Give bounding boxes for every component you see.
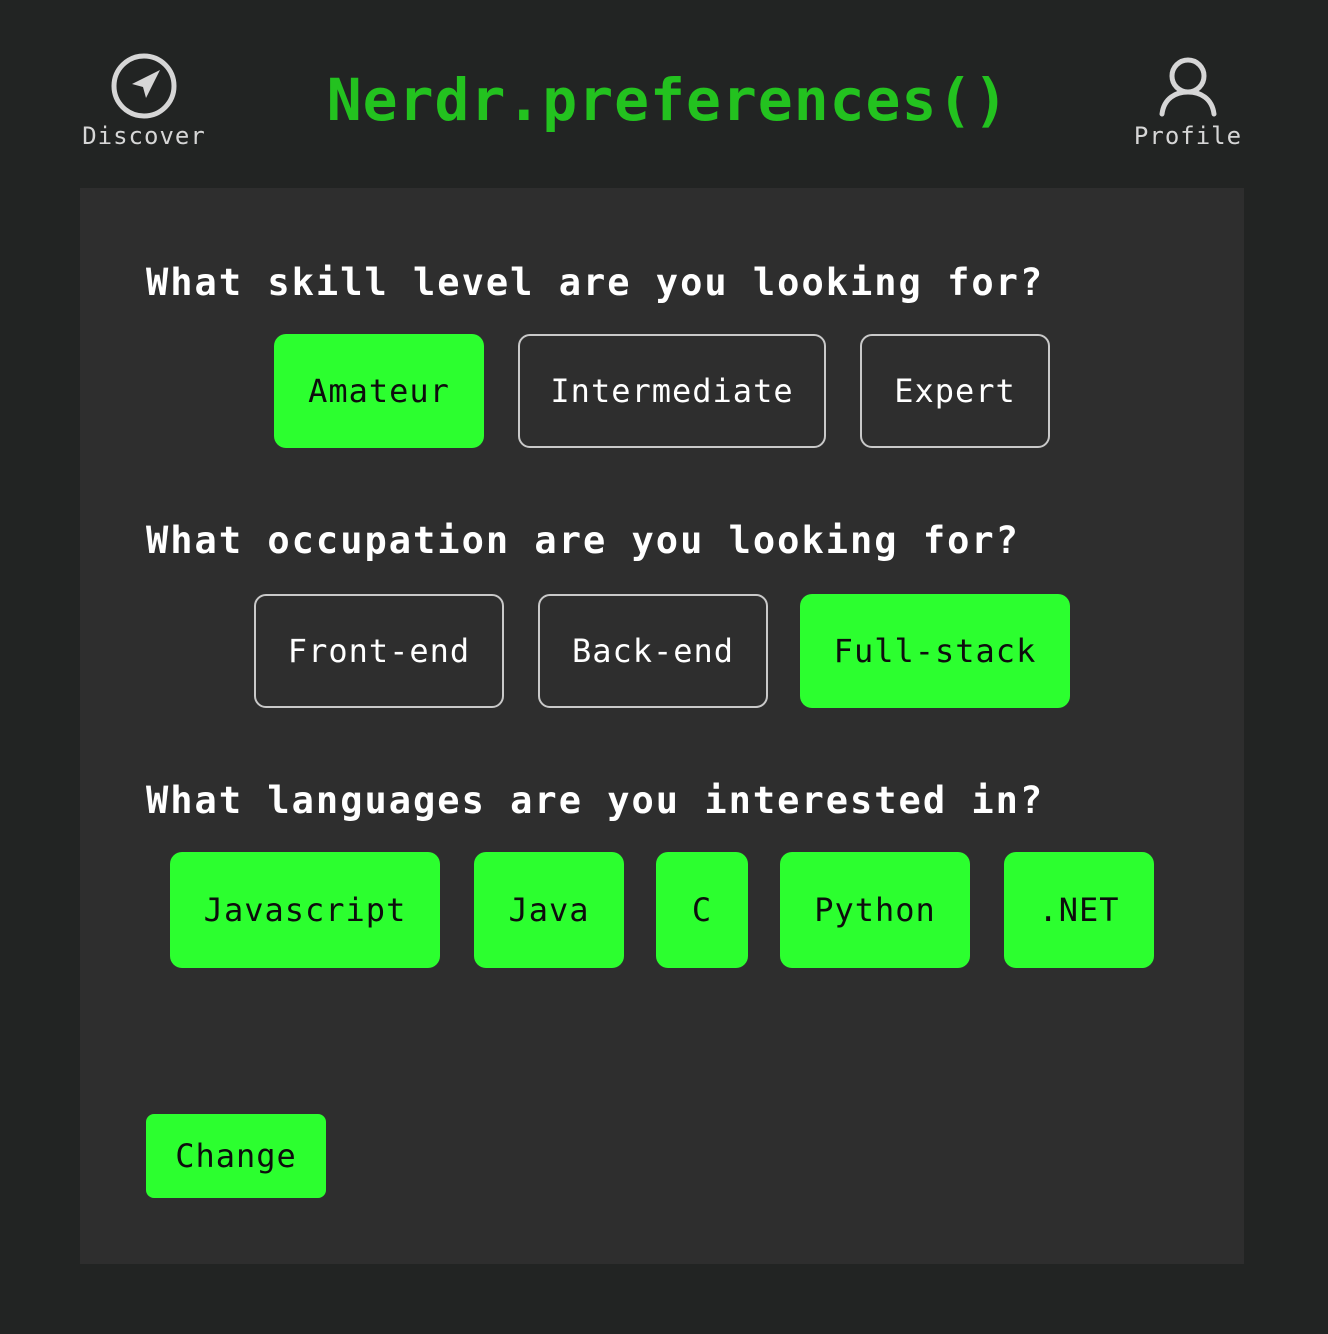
skill-level-question: What skill level are you looking for? bbox=[146, 261, 1045, 304]
language-option-java[interactable]: Java bbox=[474, 852, 624, 968]
occupation-question: What occupation are you looking for? bbox=[146, 519, 1020, 562]
language-option-dotnet[interactable]: .NET bbox=[1004, 852, 1154, 968]
user-icon bbox=[1159, 57, 1217, 117]
skill-option-amateur[interactable]: Amateur bbox=[274, 334, 484, 448]
language-option-javascript[interactable]: Javascript bbox=[170, 852, 440, 968]
language-option-c[interactable]: C bbox=[656, 852, 748, 968]
skill-option-expert[interactable]: Expert bbox=[860, 334, 1050, 448]
occupation-option-front-end[interactable]: Front-end bbox=[254, 594, 504, 708]
profile-label: Profile bbox=[1133, 122, 1243, 150]
preferences-panel: What skill level are you looking for? Am… bbox=[80, 188, 1244, 1264]
profile-nav-button[interactable]: Profile bbox=[1126, 52, 1250, 150]
change-button[interactable]: Change bbox=[146, 1114, 326, 1198]
occupation-option-full-stack[interactable]: Full-stack bbox=[800, 594, 1070, 708]
language-option-python[interactable]: Python bbox=[780, 852, 970, 968]
languages-question: What languages are you interested in? bbox=[146, 779, 1045, 822]
occupation-option-back-end[interactable]: Back-end bbox=[538, 594, 768, 708]
skill-option-intermediate[interactable]: Intermediate bbox=[518, 334, 826, 448]
